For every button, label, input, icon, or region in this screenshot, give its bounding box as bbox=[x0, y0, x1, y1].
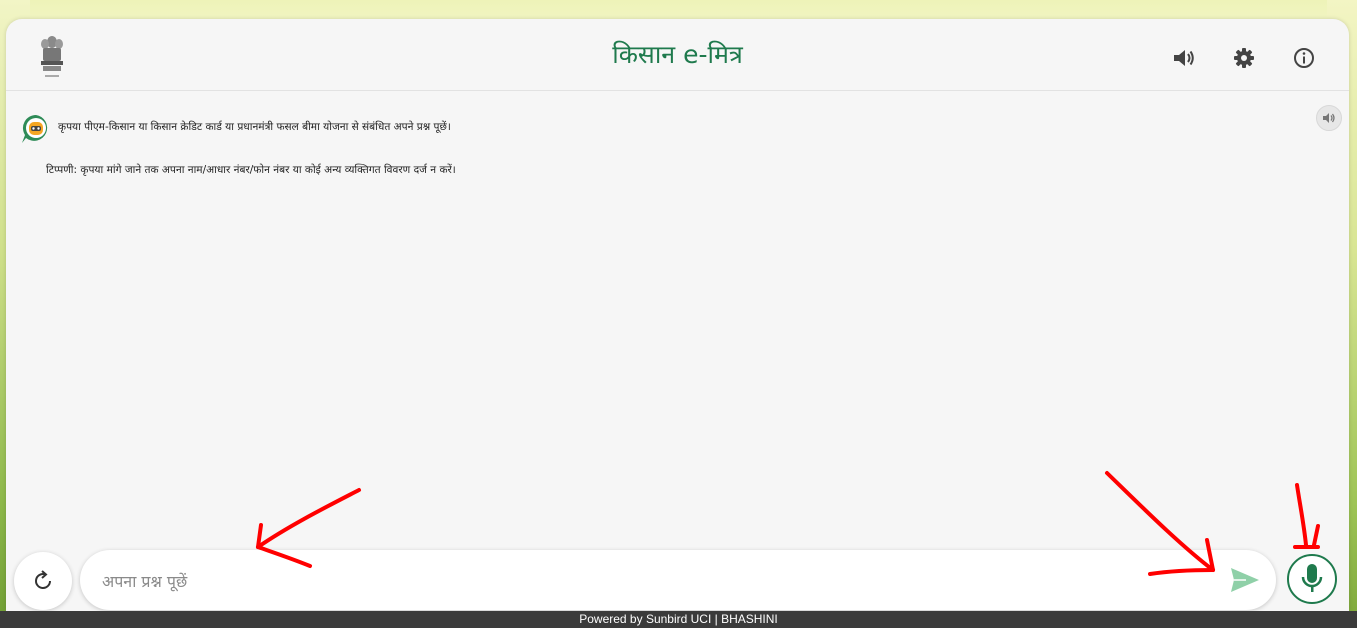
message-input-container bbox=[80, 550, 1276, 610]
message-speaker-button[interactable] bbox=[1316, 105, 1342, 131]
message-input[interactable] bbox=[100, 562, 1204, 600]
send-icon bbox=[1231, 568, 1259, 592]
microphone-icon bbox=[1301, 564, 1323, 592]
send-button[interactable] bbox=[1228, 564, 1262, 596]
speaker-icon bbox=[1323, 113, 1335, 123]
bot-message-text: कृपया पीएम-किसान या किसान क्रेडिट कार्ड … bbox=[58, 121, 451, 133]
chat-panel: किसान e-मित्र कृपया पीएम-किसान या किसान … bbox=[6, 19, 1349, 611]
page-title: किसान e-मित्र bbox=[612, 40, 743, 69]
refresh-icon bbox=[35, 570, 51, 589]
bot-avatar-icon bbox=[20, 113, 52, 145]
refresh-button[interactable] bbox=[14, 552, 72, 610]
speaker-icon[interactable] bbox=[1171, 45, 1197, 71]
info-icon[interactable] bbox=[1291, 45, 1317, 71]
gear-icon[interactable] bbox=[1231, 45, 1257, 71]
mic-button[interactable] bbox=[1287, 554, 1337, 604]
footer-powered-by: Powered by Sunbird UCI | BHASHINI bbox=[0, 611, 1357, 628]
bot-message-note: टिप्पणी: कृपया मांगे जाने तक अपना नाम/आध… bbox=[46, 164, 456, 176]
app-header: किसान e-मित्र bbox=[6, 19, 1349, 91]
